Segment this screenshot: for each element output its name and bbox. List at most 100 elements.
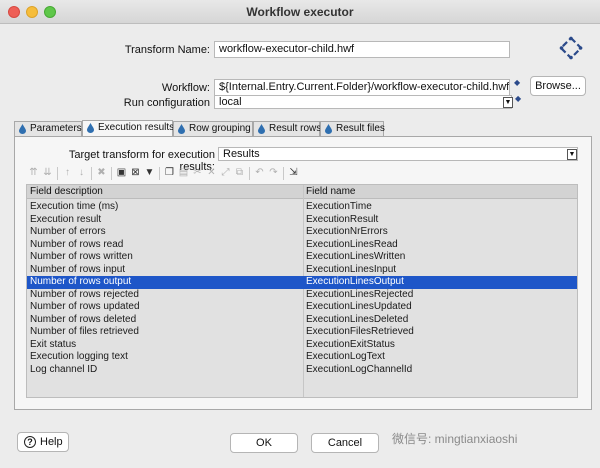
variable-diamond-icon: ◆ bbox=[514, 78, 520, 87]
table-row[interactable]: Number of rows input ExecutionLinesInput bbox=[27, 264, 578, 277]
table-row[interactable]: Number of rows read ExecutionLinesRead bbox=[27, 239, 578, 252]
field-name-cell[interactable]: ExecutionLinesUpdated bbox=[306, 301, 412, 313]
field-name-cell[interactable]: ExecutionLinesRead bbox=[306, 239, 398, 251]
tab-label: Execution results bbox=[98, 122, 174, 133]
field-description-cell[interactable]: Number of rows deleted bbox=[30, 314, 136, 326]
clear-selection-icon[interactable]: ⊠ bbox=[130, 167, 141, 178]
delete-row-icon[interactable]: ✖ bbox=[96, 167, 107, 178]
tab-label: Parameters bbox=[30, 123, 82, 134]
help-icon: ? bbox=[24, 436, 36, 448]
field-description-cell[interactable]: Number of errors bbox=[30, 226, 106, 238]
field-description-cell[interactable]: Execution result bbox=[30, 214, 101, 226]
table-row[interactable]: Number of rows output ExecutionLinesOutpu… bbox=[27, 276, 578, 289]
target-transform-select[interactable]: Results bbox=[218, 147, 578, 161]
field-name-cell[interactable]: ExecutionLinesRejected bbox=[306, 289, 413, 301]
tab-label: Row grouping bbox=[189, 123, 251, 134]
watermark-text: 微信号: mingtianxiaoshi bbox=[392, 430, 517, 447]
parameters-tab-icon bbox=[18, 124, 27, 134]
keep-selected-icon[interactable]: ⤢ bbox=[220, 167, 231, 178]
field-name-cell[interactable]: ExecutionLogText bbox=[306, 351, 385, 363]
execution-results-table: Field description Field name Execution t… bbox=[26, 184, 578, 398]
filter-icon[interactable]: ▼ bbox=[144, 167, 155, 178]
tab-parameters[interactable]: Parameters bbox=[14, 121, 82, 136]
result-files-tab-icon bbox=[324, 124, 333, 134]
hop-logo-icon bbox=[559, 36, 583, 60]
field-name-cell[interactable]: ExecutionExitStatus bbox=[306, 339, 395, 351]
field-description-cell[interactable]: Execution time (ms) bbox=[30, 201, 118, 213]
table-row[interactable]: Number of errors ExecutionNrErrors bbox=[27, 226, 578, 239]
field-description-cell[interactable]: Number of rows rejected bbox=[30, 289, 139, 301]
table-row[interactable]: Number of files retrieved ExecutionFilesR… bbox=[27, 326, 578, 339]
cancel-button[interactable]: Cancel bbox=[311, 433, 379, 453]
table-row[interactable]: Number of rows rejected ExecutionLinesRej… bbox=[27, 289, 578, 302]
table-row[interactable]: Number of rows updated ExecutionLinesUpda… bbox=[27, 301, 578, 314]
field-description-cell[interactable]: Execution logging text bbox=[30, 351, 128, 363]
field-name-cell[interactable]: ExecutionLinesWritten bbox=[306, 251, 405, 263]
field-description-cell[interactable]: Number of rows output bbox=[30, 276, 131, 288]
row-grouping-tab-icon bbox=[177, 124, 186, 134]
table-row[interactable]: Execution result ExecutionResult bbox=[27, 214, 578, 227]
undo-icon[interactable]: ↶ bbox=[254, 167, 265, 178]
result-rows-tab-icon bbox=[257, 124, 266, 134]
help-button[interactable]: ? Help bbox=[17, 432, 69, 452]
tab-execution-results[interactable]: Execution results bbox=[82, 120, 173, 137]
cut-icon[interactable]: ✂ bbox=[192, 167, 203, 178]
run-configuration-select[interactable]: local bbox=[214, 95, 512, 109]
run-configuration-dropdown-icon[interactable]: ▼ bbox=[503, 97, 513, 108]
table-row[interactable]: Log channel ID ExecutionLogChannelId bbox=[27, 364, 578, 377]
field-name-cell[interactable]: ExecutionLinesOutput bbox=[306, 276, 404, 288]
ok-button[interactable]: OK bbox=[230, 433, 298, 453]
run-configuration-label: Run configuration bbox=[100, 97, 210, 109]
table-row[interactable]: Execution time (ms) ExecutionTime bbox=[27, 201, 578, 214]
field-description-cell[interactable]: Log channel ID bbox=[30, 364, 97, 376]
column-header-field-name[interactable]: Field name bbox=[306, 186, 355, 197]
paste-icon[interactable]: ▤ bbox=[178, 167, 189, 178]
table-row[interactable]: Number of rows written ExecutionLinesWrit… bbox=[27, 251, 578, 264]
move-bottom-icon[interactable]: ⇊ bbox=[42, 167, 53, 178]
transform-name-input[interactable]: workflow-executor-child.hwf bbox=[214, 41, 510, 58]
tab-result-rows[interactable]: Result rows bbox=[253, 121, 320, 136]
field-name-cell[interactable]: ExecutionNrErrors bbox=[306, 226, 388, 238]
workflow-executor-dialog: Workflow executor Transform Name: workfl… bbox=[0, 0, 600, 468]
table-toolbar: ⇈ ⇊ ↑ ↓ ✖ ▣ ⊠ ▼ ❐ ▤ ✂ ✕ ⤢ ⧉ ↶ ↷ ⇲ bbox=[26, 166, 578, 182]
tab-row-grouping[interactable]: Row grouping bbox=[173, 121, 253, 136]
field-name-cell[interactable]: ExecutionFilesRetrieved bbox=[306, 326, 414, 338]
delete-icon[interactable]: ✕ bbox=[206, 167, 217, 178]
field-description-cell[interactable]: Number of rows read bbox=[30, 239, 123, 251]
redo-icon[interactable]: ↷ bbox=[268, 167, 279, 178]
field-name-cell[interactable]: ExecutionLogChannelId bbox=[306, 364, 412, 376]
tab-label: Result files bbox=[336, 123, 385, 134]
get-fields-icon[interactable]: ⇲ bbox=[288, 167, 299, 178]
workflow-path-input[interactable]: ${Internal.Entry.Current.Folder}/workflo… bbox=[214, 79, 510, 96]
field-name-cell[interactable]: ExecutionLinesDeleted bbox=[306, 314, 408, 326]
select-all-icon[interactable]: ▣ bbox=[116, 167, 127, 178]
table-row[interactable]: Exit status ExecutionExitStatus bbox=[27, 339, 578, 352]
workflow-label: Workflow: bbox=[100, 82, 210, 94]
browse-button[interactable]: Browse... bbox=[530, 76, 586, 96]
table-row[interactable]: Number of rows deleted ExecutionLinesDele… bbox=[27, 314, 578, 327]
move-up-icon[interactable]: ↑ bbox=[62, 167, 73, 178]
tab-label: Result rows bbox=[269, 123, 321, 134]
copy-icon[interactable]: ❐ bbox=[164, 167, 175, 178]
table-row[interactable]: Execution logging text ExecutionLogText bbox=[27, 351, 578, 364]
field-description-cell[interactable]: Number of files retrieved bbox=[30, 326, 139, 338]
field-name-cell[interactable]: ExecutionTime bbox=[306, 201, 372, 213]
move-down-icon[interactable]: ↓ bbox=[76, 167, 87, 178]
window-title: Workflow executor bbox=[0, 5, 600, 19]
transform-name-label: Transform Name: bbox=[100, 44, 210, 56]
title-bar: Workflow executor bbox=[0, 0, 600, 24]
execution-results-tab-icon bbox=[86, 123, 95, 133]
tab-result-files[interactable]: Result files bbox=[320, 121, 384, 136]
target-transform-dropdown-icon[interactable]: ▼ bbox=[567, 149, 577, 160]
field-description-cell[interactable]: Number of rows updated bbox=[30, 301, 140, 313]
field-description-cell[interactable]: Number of rows input bbox=[30, 264, 125, 276]
field-description-cell[interactable]: Exit status bbox=[30, 339, 76, 351]
duplicate-icon[interactable]: ⧉ bbox=[234, 167, 245, 178]
field-name-cell[interactable]: ExecutionResult bbox=[306, 214, 378, 226]
column-header-field-description[interactable]: Field description bbox=[30, 186, 103, 197]
field-name-cell[interactable]: ExecutionLinesInput bbox=[306, 264, 396, 276]
field-description-cell[interactable]: Number of rows written bbox=[30, 251, 133, 263]
run-config-diamond-icon: ◆ bbox=[515, 94, 521, 103]
help-label: Help bbox=[40, 433, 63, 451]
move-top-icon[interactable]: ⇈ bbox=[28, 167, 39, 178]
